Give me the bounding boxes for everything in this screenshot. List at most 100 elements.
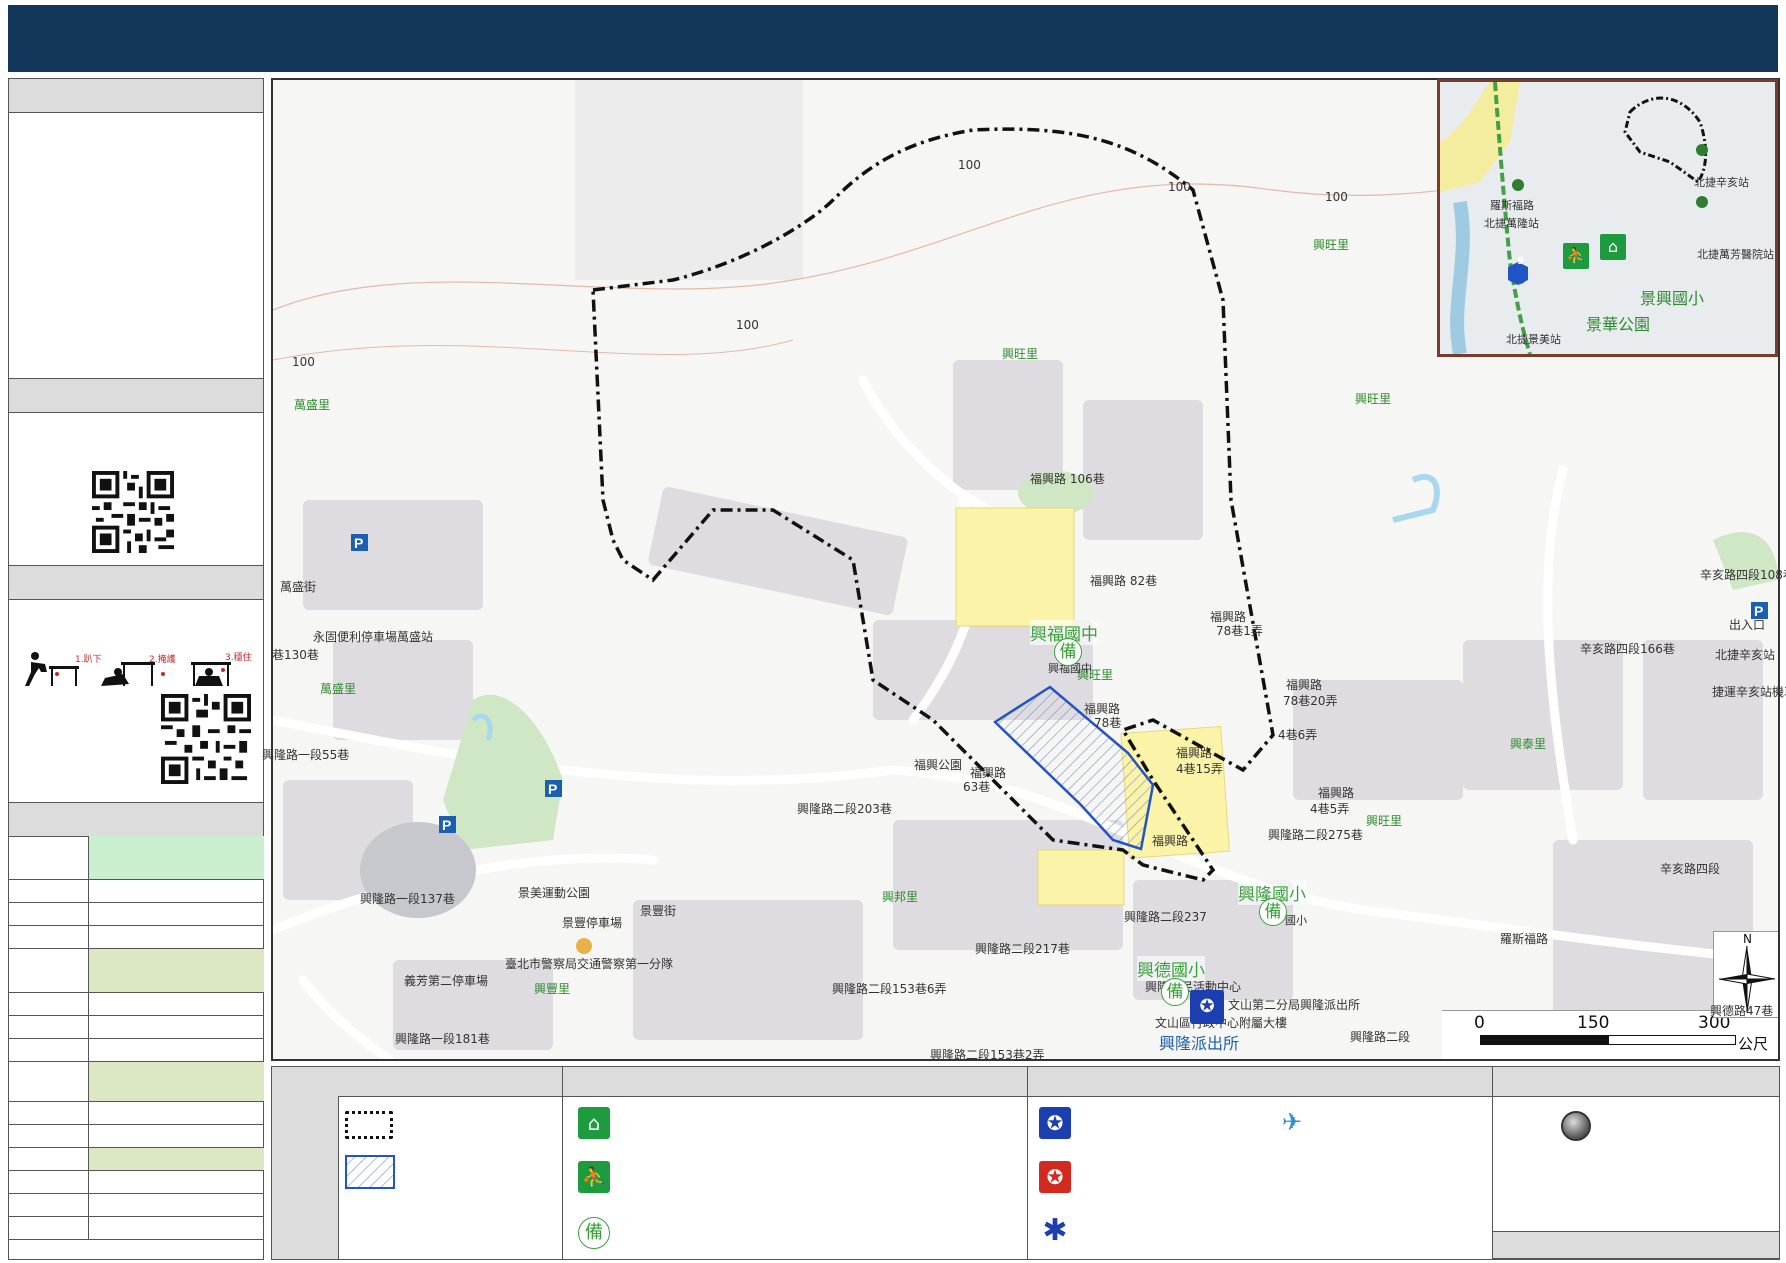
map-place-label: 福興路 <box>1176 746 1213 760</box>
map-place-label: 捷運辛亥站機車停車 <box>1712 685 1786 699</box>
map-place-label: 78巷20弄 <box>1283 694 1338 708</box>
legend-outdoor-shelter-icon: ⛹ <box>578 1161 610 1193</box>
sidebar-panel-qr-header <box>9 379 263 413</box>
sidebar-panel-info <box>8 78 264 379</box>
inset-route-number: 9 <box>1517 256 1524 267</box>
drop-cover-hold-icon <box>25 652 231 686</box>
scale-unit: 公尺 <box>1738 1035 1769 1053</box>
map-place-label: 北捷辛亥站 <box>1715 648 1776 662</box>
qr-code-icon[interactable] <box>92 471 174 553</box>
map-place-label: 4巷6弄 <box>1278 728 1318 742</box>
reserve-shelter-icon: 備 <box>1054 638 1082 666</box>
map-place-label: 辛亥路四段108巷 <box>1700 568 1786 582</box>
legend-fire-icon: ✪ <box>1039 1161 1071 1193</box>
map-place-label: 63巷 <box>963 780 991 794</box>
map-place-label: 4巷15弄 <box>1176 762 1223 776</box>
table-row <box>8 993 264 1016</box>
scale-zero: 0 <box>1474 1013 1485 1033</box>
map-place-label: 巷130巷 <box>272 648 319 662</box>
hold-label: 3.穩住 <box>225 653 252 663</box>
map-place-label: 辛亥路四段166巷 <box>1580 642 1675 656</box>
legend-medical-icon: ✱ <box>1042 1213 1068 1248</box>
table-row <box>8 1171 264 1194</box>
sidebar-panel-table-header <box>9 803 263 837</box>
map-place-label: 興隆路二段153巷6弄 <box>832 982 947 996</box>
police-unit-icon <box>576 938 592 954</box>
map-place-label: 景美運動公園 <box>518 886 591 900</box>
qr-code-icon-2[interactable] <box>161 694 251 784</box>
legend-point-icon <box>1561 1111 1591 1141</box>
map-place-label: 福興路 82巷 <box>1090 574 1158 588</box>
legend-helicopter-icon: ✈ <box>1281 1108 1303 1136</box>
map-place-label: 興隆路一段137巷 <box>360 892 455 906</box>
table-row <box>8 1148 264 1171</box>
map-place-label: 興旺里 <box>1002 347 1039 361</box>
map-place-label: 福興路 <box>1286 678 1323 692</box>
table-row <box>8 880 264 903</box>
map-place-label: 出入口 <box>1729 618 1766 632</box>
map-place-label: 78巷 <box>1094 716 1122 730</box>
legend-indoor-shelter-icon: ⌂ <box>578 1107 610 1139</box>
reserve-shelter-icon: 備 <box>1161 978 1189 1006</box>
legend-police-icon: ✪ <box>1039 1107 1071 1139</box>
map-place-label: 興隆路二段217巷 <box>975 942 1070 956</box>
reserve-shelter-icon: 備 <box>1259 898 1287 926</box>
police-station-label: 興隆派出所 <box>1159 1034 1240 1053</box>
table-row <box>8 949 264 993</box>
svg-text:P: P <box>548 781 557 797</box>
map-place-label: 興邦里 <box>882 890 919 904</box>
map-place-label: 興隆路一段55巷 <box>262 748 350 762</box>
sidebar-panel-earthquake-header <box>9 566 263 600</box>
legend-reserve-shelter-icon: 備 <box>578 1217 610 1249</box>
police-station-icon[interactable]: ✪ <box>1190 990 1224 1024</box>
map-place-label: 辛亥路四段 <box>1660 862 1721 876</box>
inset-place-label: 景華公園 <box>1586 315 1651 334</box>
map-place-label: 100 <box>292 355 315 369</box>
legend-title-column <box>272 1067 339 1259</box>
table-row <box>8 1102 264 1125</box>
map-place-label: 興隆路二段153巷2弄 <box>930 1048 1045 1062</box>
svg-text:P: P <box>442 817 451 833</box>
map-place-label: 100 <box>1325 190 1348 204</box>
map-place-label: 景豐街 <box>640 904 677 918</box>
map-place-label: 萬盛里 <box>320 682 357 696</box>
header-bar <box>8 5 1778 72</box>
facility-sub-label: 國小 <box>1285 914 1307 927</box>
map-place-label: 興泰里 <box>1510 737 1547 751</box>
inset-place-label: 北捷辛亥站 <box>1694 176 1749 189</box>
table-row <box>8 903 264 926</box>
map-place-label: 福興路 <box>1152 834 1189 848</box>
inset-place-label: 景興國小 <box>1640 289 1705 308</box>
inset-place-label: 北捷萬芳醫院站 <box>1697 248 1774 261</box>
legend-bottom-right-cell <box>1493 1231 1779 1259</box>
map-place-label: 興旺里 <box>1366 814 1403 828</box>
table-row <box>8 1062 264 1102</box>
inset-place-label: 北捷萬隆站 <box>1484 217 1539 230</box>
svg-text:P: P <box>354 535 363 551</box>
map-place-label: 興隆路二段 <box>1350 1030 1411 1044</box>
inset-shelter-outdoor-icon: ⛹ <box>1563 243 1589 269</box>
map-place-label: 興隆路一段181巷 <box>395 1032 490 1046</box>
map-place-label: 興旺里 <box>1313 238 1350 252</box>
map-place-label: 永固便利停車場萬盛站 <box>313 630 434 644</box>
table-row <box>8 1039 264 1062</box>
map-place-label: 臺北市警察局交通警察第一分隊 <box>505 957 674 971</box>
legend-boundary-symbol <box>345 1111 393 1139</box>
table-row <box>8 836 264 880</box>
facility-label: 興德國小 <box>1137 956 1205 981</box>
map-place-label: 萬盛街 <box>280 580 317 594</box>
sidebar-panel-info-header <box>9 79 263 113</box>
map-place-label: 文山第二分局興隆派出所 <box>1228 998 1361 1012</box>
scale-mid: 150 <box>1577 1013 1610 1033</box>
inset-shelter-indoor-icon: ⌂ <box>1600 234 1626 260</box>
map-place-label: 興旺里 <box>1355 392 1392 406</box>
map-place-label: 78巷1弄 <box>1216 624 1263 638</box>
drop-label: 1.趴下 <box>75 655 102 665</box>
sidebar-panel-earthquake: 1.趴下 2.掩護 3.穩住 <box>8 565 264 803</box>
map-place-label: 100 <box>958 158 981 172</box>
map-place-label: 興德路47巷 <box>1710 1004 1774 1018</box>
map-place-label: 景豐停車場 <box>562 916 623 930</box>
map-place-label: 羅斯福路 <box>1500 932 1549 946</box>
inset-place-label: 北捷景美站 <box>1506 333 1561 346</box>
map-place-label: 福興路 <box>1318 786 1355 800</box>
